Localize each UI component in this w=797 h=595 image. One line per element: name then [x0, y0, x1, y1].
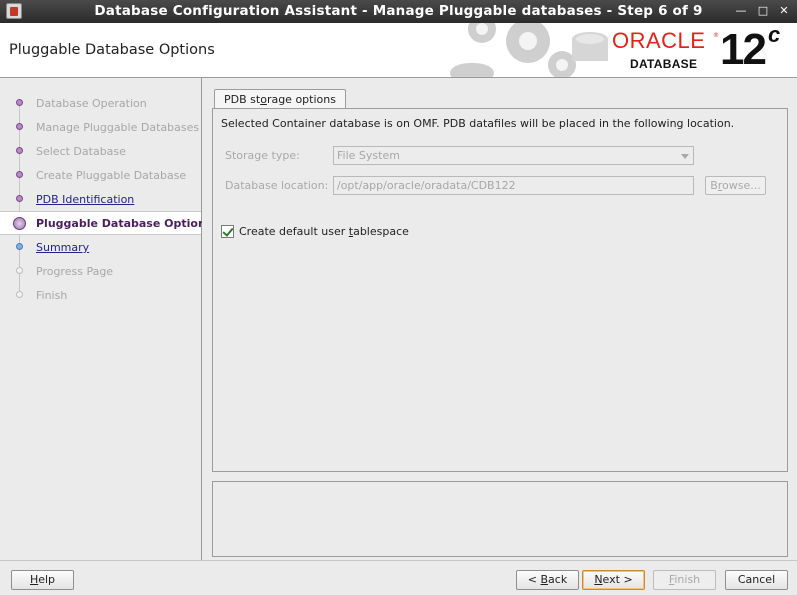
omf-info-text: Selected Container database is on OMF. P…	[221, 117, 735, 130]
step-create-pluggable-database: Create Pluggable Database	[0, 164, 201, 186]
checkbox-label-end: ablespace	[353, 225, 409, 238]
database-location-value: /opt/app/oracle/oradata/CDB122	[337, 179, 516, 192]
wizard-header: Pluggable Database Options ORACLE ® DATA…	[0, 23, 797, 78]
step-link-label[interactable]: PDB Identification	[36, 193, 134, 206]
step-summary[interactable]: Summary	[0, 236, 201, 258]
help-label: elp	[38, 573, 56, 586]
window-title: Database Configuration Assistant - Manag…	[94, 3, 703, 19]
message-area	[212, 481, 788, 557]
step-label: Manage Pluggable Databases	[36, 121, 200, 134]
browse-label-end: owse...	[722, 179, 761, 192]
minimize-icon[interactable]: —	[734, 4, 748, 18]
help-button[interactable]: Help	[11, 570, 74, 590]
page-title: Pluggable Database Options	[9, 42, 215, 58]
version-logo: 12 c	[720, 23, 780, 75]
back-mnemonic: B	[540, 573, 549, 586]
step-dot-icon	[16, 147, 23, 154]
chevron-down-icon	[681, 154, 689, 159]
browse-label-start: B	[710, 179, 718, 192]
step-progress-page: Progress Page	[0, 260, 201, 282]
step-label: Finish	[36, 289, 68, 302]
cancel-button[interactable]: Cancel	[725, 570, 788, 590]
step-label: Pluggable Database Options	[36, 217, 213, 230]
storage-options-panel: Selected Container database is on OMF. P…	[212, 108, 788, 472]
storage-type-label: Storage type:	[225, 149, 300, 162]
tab-label-end: rage options	[266, 93, 336, 106]
gears-decoration-icon	[450, 23, 608, 77]
wizard-button-bar: Help < Back Next > Finish Cancel	[0, 560, 797, 595]
version-number: 12	[720, 25, 767, 74]
maximize-icon[interactable]: □	[756, 4, 770, 18]
step-dot-icon	[16, 195, 23, 202]
finish-button[interactable]: Finish	[653, 570, 716, 590]
back-arrow: <	[527, 573, 541, 586]
next-label: ext >	[602, 573, 633, 586]
window-titlebar: Database Configuration Assistant - Manag…	[0, 0, 797, 23]
oracle-logo-text: ORACLE	[612, 28, 706, 53]
create-default-tablespace-checkbox[interactable]	[221, 225, 234, 238]
step-dot-icon	[16, 267, 23, 274]
step-pdb-identification[interactable]: PDB Identification	[0, 188, 201, 210]
step-finish: Finish	[0, 284, 201, 306]
create-default-tablespace-label[interactable]: Create default user tablespace	[239, 225, 409, 238]
version-suffix: c	[767, 23, 780, 48]
step-label: Create Pluggable Database	[36, 169, 187, 182]
help-mnemonic: H	[29, 573, 39, 586]
step-dot-icon	[16, 123, 23, 130]
step-label: Progress Page	[36, 265, 114, 278]
step-dot-icon	[16, 291, 23, 298]
next-mnemonic: N	[594, 573, 603, 586]
current-step-icon	[13, 217, 26, 230]
wizard-steps-nav: Database Operation Manage Pluggable Data…	[0, 78, 212, 560]
tab-label-start: PDB st	[224, 93, 261, 106]
content-area: PDB storage options Selected Container d…	[202, 78, 797, 560]
database-location-field[interactable]: /opt/app/oracle/oradata/CDB122	[333, 176, 694, 195]
checkbox-label-start: Create default user	[239, 225, 349, 238]
step-link-label[interactable]: Summary	[36, 241, 89, 254]
back-button[interactable]: < Back	[516, 570, 579, 590]
next-button[interactable]: Next >	[582, 570, 645, 590]
browse-button[interactable]: Browse...	[705, 176, 766, 195]
database-location-label: Database location:	[225, 179, 329, 192]
step-manage-pluggable-databases: Manage Pluggable Databases	[0, 116, 201, 138]
storage-type-select[interactable]: File System	[333, 146, 694, 165]
finish-label: inish	[674, 573, 701, 586]
step-dot-icon	[16, 171, 23, 178]
database-logo-text: DATABASE	[630, 57, 698, 71]
registered-mark: ®	[713, 32, 719, 39]
back-label: ack	[548, 573, 568, 586]
step-pluggable-database-options: Pluggable Database Options	[0, 211, 212, 235]
oracle-logo: ORACLE ® DATABASE	[608, 28, 719, 74]
step-dot-icon	[16, 243, 23, 250]
step-label: Select Database	[36, 145, 126, 158]
storage-type-value: File System	[337, 149, 400, 162]
tab-mnemonic: o	[260, 93, 267, 106]
step-database-operation: Database Operation	[0, 92, 201, 114]
step-dot-icon	[16, 99, 23, 106]
step-select-database: Select Database	[0, 140, 201, 162]
tab-pdb-storage-options[interactable]: PDB storage options	[214, 89, 346, 109]
step-label: Database Operation	[36, 97, 147, 110]
close-icon[interactable]: ✕	[777, 4, 791, 18]
